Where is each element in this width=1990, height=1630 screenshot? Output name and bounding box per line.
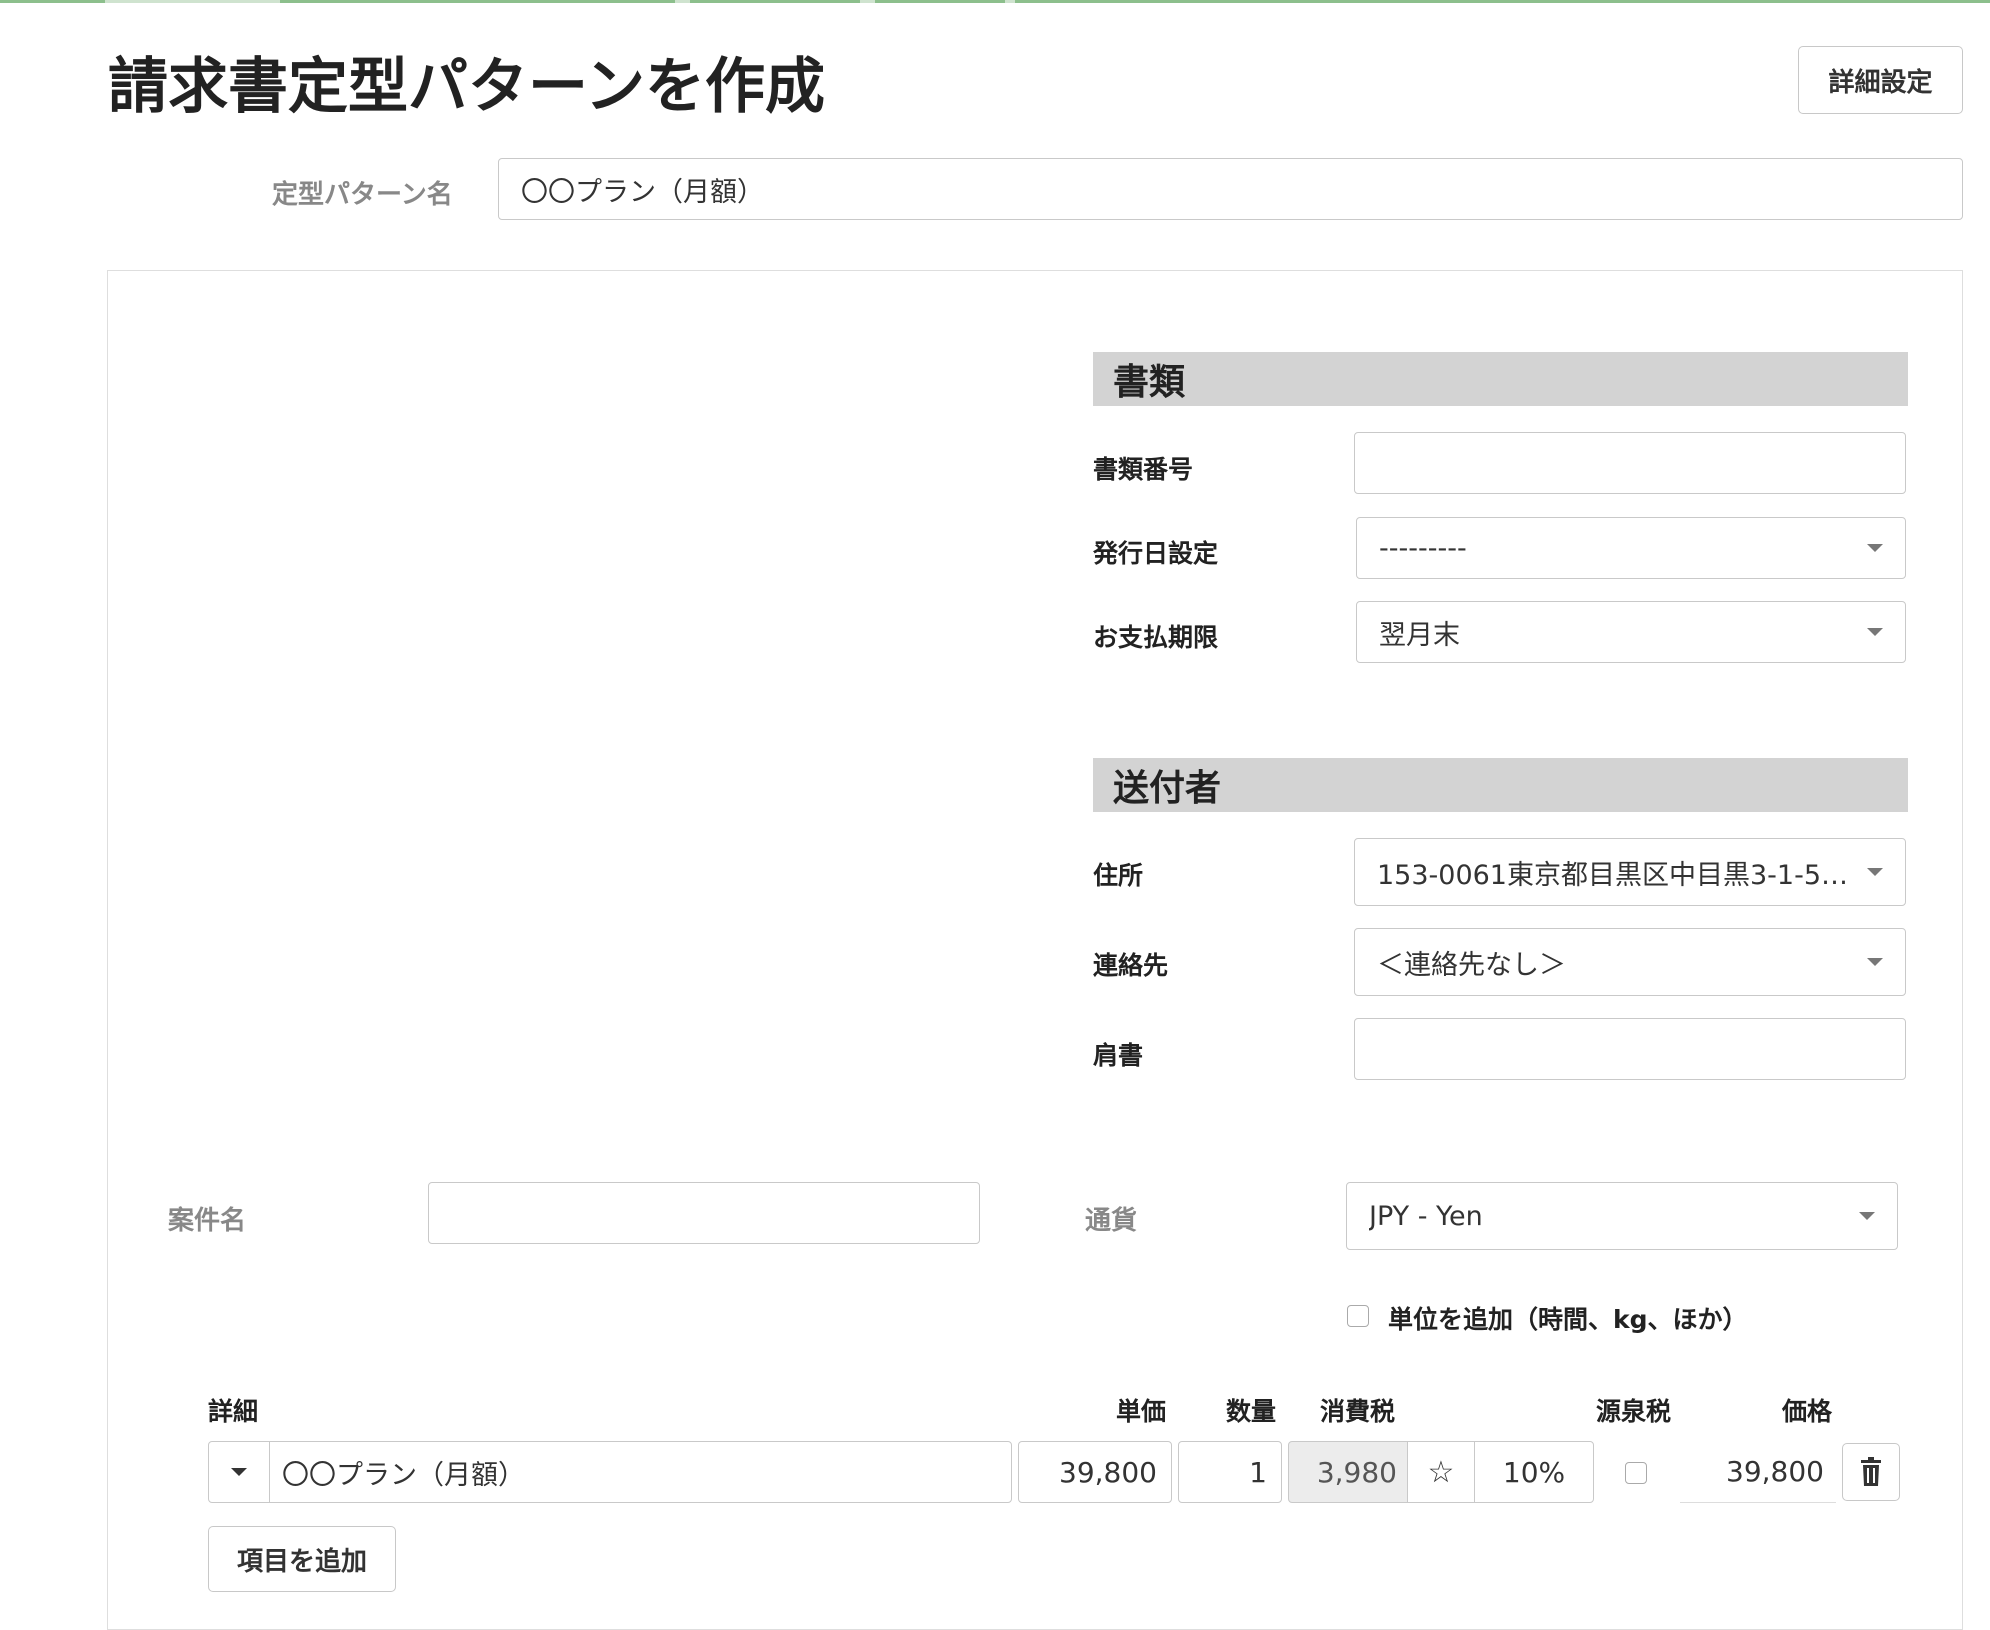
chevron-down-icon (1859, 1212, 1875, 1220)
delete-row-button[interactable] (1842, 1443, 1900, 1501)
project-input[interactable] (428, 1182, 980, 1244)
col-header-withholding: 源泉税 (1596, 1397, 1672, 1426)
address-label: 住所 (1093, 861, 1144, 890)
tax-star-button[interactable]: ☆ (1407, 1441, 1475, 1503)
issue-date-value: --------- (1379, 532, 1467, 564)
tax-amount-value: 3,980 (1316, 1455, 1397, 1489)
add-item-button[interactable]: 項目を追加 (208, 1526, 396, 1592)
line-description-input[interactable]: 〇〇プラン（月額） (269, 1441, 1012, 1503)
quantity-value: 1 (1249, 1455, 1267, 1489)
pattern-name-value: 〇〇プラン（月額） (521, 176, 764, 208)
col-header-detail: 詳細 (208, 1397, 259, 1426)
chevron-down-icon (1867, 958, 1883, 966)
line-price-value: 39,800 (1726, 1455, 1824, 1488)
due-label: お支払期限 (1093, 623, 1219, 652)
unit-option-checkbox[interactable] (1347, 1305, 1369, 1327)
col-header-price: 価格 (1782, 1397, 1833, 1426)
document-section-heading: 書類 (1093, 352, 1908, 406)
tax-rate-select[interactable]: 10% (1474, 1441, 1594, 1503)
pattern-name-label: 定型パターン名 (272, 180, 453, 210)
doc-number-input[interactable] (1354, 432, 1906, 494)
col-header-tax: 消費税 (1320, 1397, 1396, 1426)
trash-icon (1861, 1457, 1881, 1486)
contact-value: ＜連絡先なし＞ (1377, 949, 1566, 981)
chevron-down-icon (1867, 544, 1883, 552)
tax-rate-value: 10% (1502, 1455, 1566, 1489)
project-label: 案件名 (168, 1206, 247, 1236)
sender-title-input[interactable] (1354, 1018, 1906, 1080)
star-icon: ☆ (1427, 1454, 1455, 1490)
pattern-name-input[interactable]: 〇〇プラン（月額） (498, 158, 1963, 220)
currency-label: 通貨 (1085, 1206, 1138, 1236)
unit-option-label: 単位を追加（時間、kg、ほか） (1388, 1305, 1748, 1334)
currency-value: JPY - Yen (1369, 1200, 1483, 1232)
page-title: 請求書定型パターンを作成 (108, 52, 825, 122)
chevron-down-icon (1867, 868, 1883, 876)
doc-number-label: 書類番号 (1093, 455, 1194, 484)
currency-select[interactable]: JPY - Yen (1346, 1182, 1898, 1250)
quantity-input[interactable]: 1 (1178, 1441, 1282, 1503)
chevron-down-icon (231, 1468, 247, 1476)
top-accent-line (0, 0, 1990, 3)
chevron-down-icon (1867, 628, 1883, 636)
col-header-quantity: 数量 (1226, 1397, 1277, 1426)
contact-select[interactable]: ＜連絡先なし＞ (1354, 928, 1906, 996)
line-price-field: 39,800 (1680, 1441, 1836, 1503)
contact-label: 連絡先 (1093, 951, 1169, 980)
unit-price-input[interactable]: 39,800 (1018, 1441, 1172, 1503)
due-value: 翌月末 (1379, 619, 1460, 651)
line-description-value: 〇〇プラン（月額） (282, 1459, 525, 1491)
sender-title-label: 肩書 (1093, 1041, 1144, 1070)
withholding-checkbox[interactable] (1625, 1462, 1647, 1484)
issue-date-select[interactable]: --------- (1356, 517, 1906, 579)
sender-section-heading: 送付者 (1093, 758, 1908, 812)
detail-settings-button[interactable]: 詳細設定 (1798, 46, 1963, 114)
unit-price-value: 39,800 (1059, 1455, 1157, 1489)
issue-date-label: 発行日設定 (1093, 539, 1219, 568)
address-select[interactable]: 153-0061東京都目黒区中目黒3-1-5… (1354, 838, 1906, 906)
address-value: 153-0061東京都目黒区中目黒3-1-5… (1377, 859, 1849, 891)
tax-amount-field: 3,980 (1288, 1441, 1408, 1503)
col-header-unit-price: 単価 (1116, 1397, 1167, 1426)
row-toggle-button[interactable] (208, 1441, 270, 1503)
due-select[interactable]: 翌月末 (1356, 601, 1906, 663)
